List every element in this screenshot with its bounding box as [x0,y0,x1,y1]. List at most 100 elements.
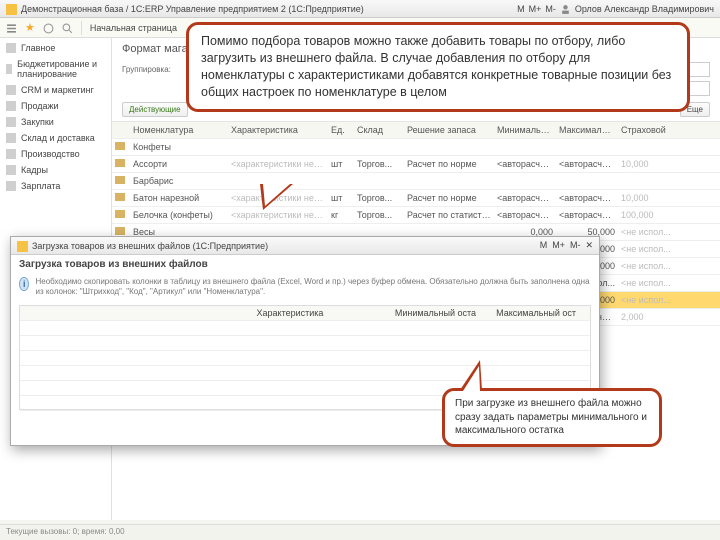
cell-way: Расчет по норме [404,159,494,169]
separator [81,21,82,35]
history-icon[interactable] [43,23,54,33]
budget-icon [6,64,12,74]
salary-icon [6,181,16,191]
cell-name: Ассорти [130,159,228,169]
cell-unit: шт [328,159,354,169]
col-store: Склад [354,125,404,135]
cell-way: Расчет по норме [404,193,494,203]
table-row[interactable]: Белочка (конфеты)<характеристики не исп.… [112,207,720,224]
menu-icon[interactable] [6,23,17,33]
folder-icon [115,193,125,201]
cell-char: <характеристики не исп...> [228,210,328,220]
callout-main: Помимо подбора товаров можно также добав… [186,22,690,112]
cell-min: <авторасчет п... [494,193,556,203]
cell-unit: шт [328,193,354,203]
col-name: Номенклатура [130,125,228,135]
sidebar-item-warehouse[interactable]: Склад и доставка [0,130,111,146]
callout-secondary: При загрузке из внешнего файла можно сра… [442,388,662,447]
tab-active[interactable]: Действующие [122,102,188,117]
import-grid-row[interactable] [20,336,590,351]
table-row[interactable]: Барбарис [112,173,720,190]
box-icon [6,133,16,143]
col-ins: Страховой [618,125,676,135]
window-title: Демонстрационная база / 1C:ERP Управлени… [21,4,364,14]
cell-min: <авторасчет п... [494,159,556,169]
sidebar-item-production[interactable]: Производство [0,146,111,162]
cell-max: <авторасчет по... [556,159,618,169]
dialog-heading: Загрузка товаров из внешних файлов [11,255,599,274]
cell-char: <характеристики не исп...> [228,159,328,169]
folder-icon [115,210,125,218]
m-btn[interactable]: M- [570,240,581,251]
factory-icon [6,149,16,159]
close-icon[interactable]: ✕ [585,240,593,251]
sidebar-item-budget[interactable]: Бюджетирование и планирование [0,56,111,82]
m-btn[interactable]: M+ [529,4,542,14]
import-grid-row[interactable] [20,366,590,381]
table-header: Номенклатура Характеристика Ед. Склад Ре… [112,122,720,139]
m-btn[interactable]: M [540,240,548,251]
folder-icon [115,176,125,184]
cell-ins: <не испол... [618,244,676,254]
folder-icon [115,159,125,167]
people-icon [6,165,16,175]
m-btn[interactable]: M- [545,4,556,14]
cell-store: Торгов... [354,193,404,203]
sidebar-item-label: Главное [21,43,55,53]
sidebar-item-crm[interactable]: CRM и маркетинг [0,82,111,98]
star-icon[interactable]: ★ [25,21,35,34]
import-grid-header: Характеристика Минимальный оста Максимал… [20,306,590,321]
sidebar-item-label: Кадры [21,165,48,175]
mcol-char: Характеристика [200,308,380,318]
sidebar-item-salary[interactable]: Зарплата [0,178,111,194]
sidebar-item-label: CRM и маркетинг [21,85,94,95]
table-row[interactable]: Конфеты [112,139,720,156]
sidebar-item-label: Зарплата [21,181,60,191]
cart-icon [6,117,16,127]
mcol-max: Максимальный ост [480,308,580,318]
user-icon [560,4,571,14]
callout-tail [463,366,480,391]
sidebar-item-label: Бюджетирование и планирование [17,59,105,79]
dialog-title: Загрузка товаров из внешних файлов (1С:П… [32,241,268,251]
home-icon [6,43,16,53]
sidebar-item-label: Закупки [21,117,54,127]
cell-name: Барбарис [130,176,228,186]
sidebar-item-label: Продажи [21,101,59,111]
cell-way: Расчет по статистике [404,210,494,220]
m-btn[interactable]: M [517,4,525,14]
sidebar-item-main[interactable]: Главное [0,40,111,56]
table-row[interactable]: Батон нарезной<характеристики не исп...>… [112,190,720,207]
col-char: Характеристика [228,125,328,135]
cell-name: Батон нарезной [130,193,228,203]
sidebar-item-sales[interactable]: Продажи [0,98,111,114]
col-min: Минимальный [494,125,556,135]
cell-ins: 10,000 [618,193,676,203]
sidebar-item-hr[interactable]: Кадры [0,162,111,178]
window-titlebar: Демонстрационная база / 1C:ERP Управлени… [0,0,720,18]
table-row[interactable]: Ассорти<характеристики не исп...>штТорго… [112,156,720,173]
cell-name: Конфеты [130,142,228,152]
import-grid-row[interactable] [20,321,590,336]
sidebar-item-label: Производство [21,149,80,159]
sidebar-item-label: Склад и доставка [21,133,95,143]
sidebar-item-purchases[interactable]: Закупки [0,114,111,130]
cell-min: <авторасчет п... [494,210,556,220]
col-unit: Ед. [328,125,354,135]
callout-tail [263,184,290,206]
titlebar-right: M M+ M- Орлов Александр Владимирович [517,4,714,14]
cell-ins: <не испол... [618,295,676,305]
dialog-info: i Необходимо скопировать колонки в табли… [11,274,599,301]
cell-store: Торгов... [354,159,404,169]
cell-ins: 100,000 [618,210,676,220]
cell-ins: <не испол... [618,261,676,271]
dialog-info-text: Необходимо скопировать колонки в таблицу… [35,277,591,298]
search-icon[interactable] [62,23,73,33]
m-btn[interactable]: M+ [552,240,565,251]
breadcrumb-home[interactable]: Начальная страница [90,23,177,33]
cell-store: Торгов... [354,210,404,220]
cell-unit: кг [328,210,354,220]
folder-icon [115,142,125,150]
import-grid-row[interactable] [20,351,590,366]
dialog-titlebar: Загрузка товаров из внешних файлов (1С:П… [11,237,599,255]
